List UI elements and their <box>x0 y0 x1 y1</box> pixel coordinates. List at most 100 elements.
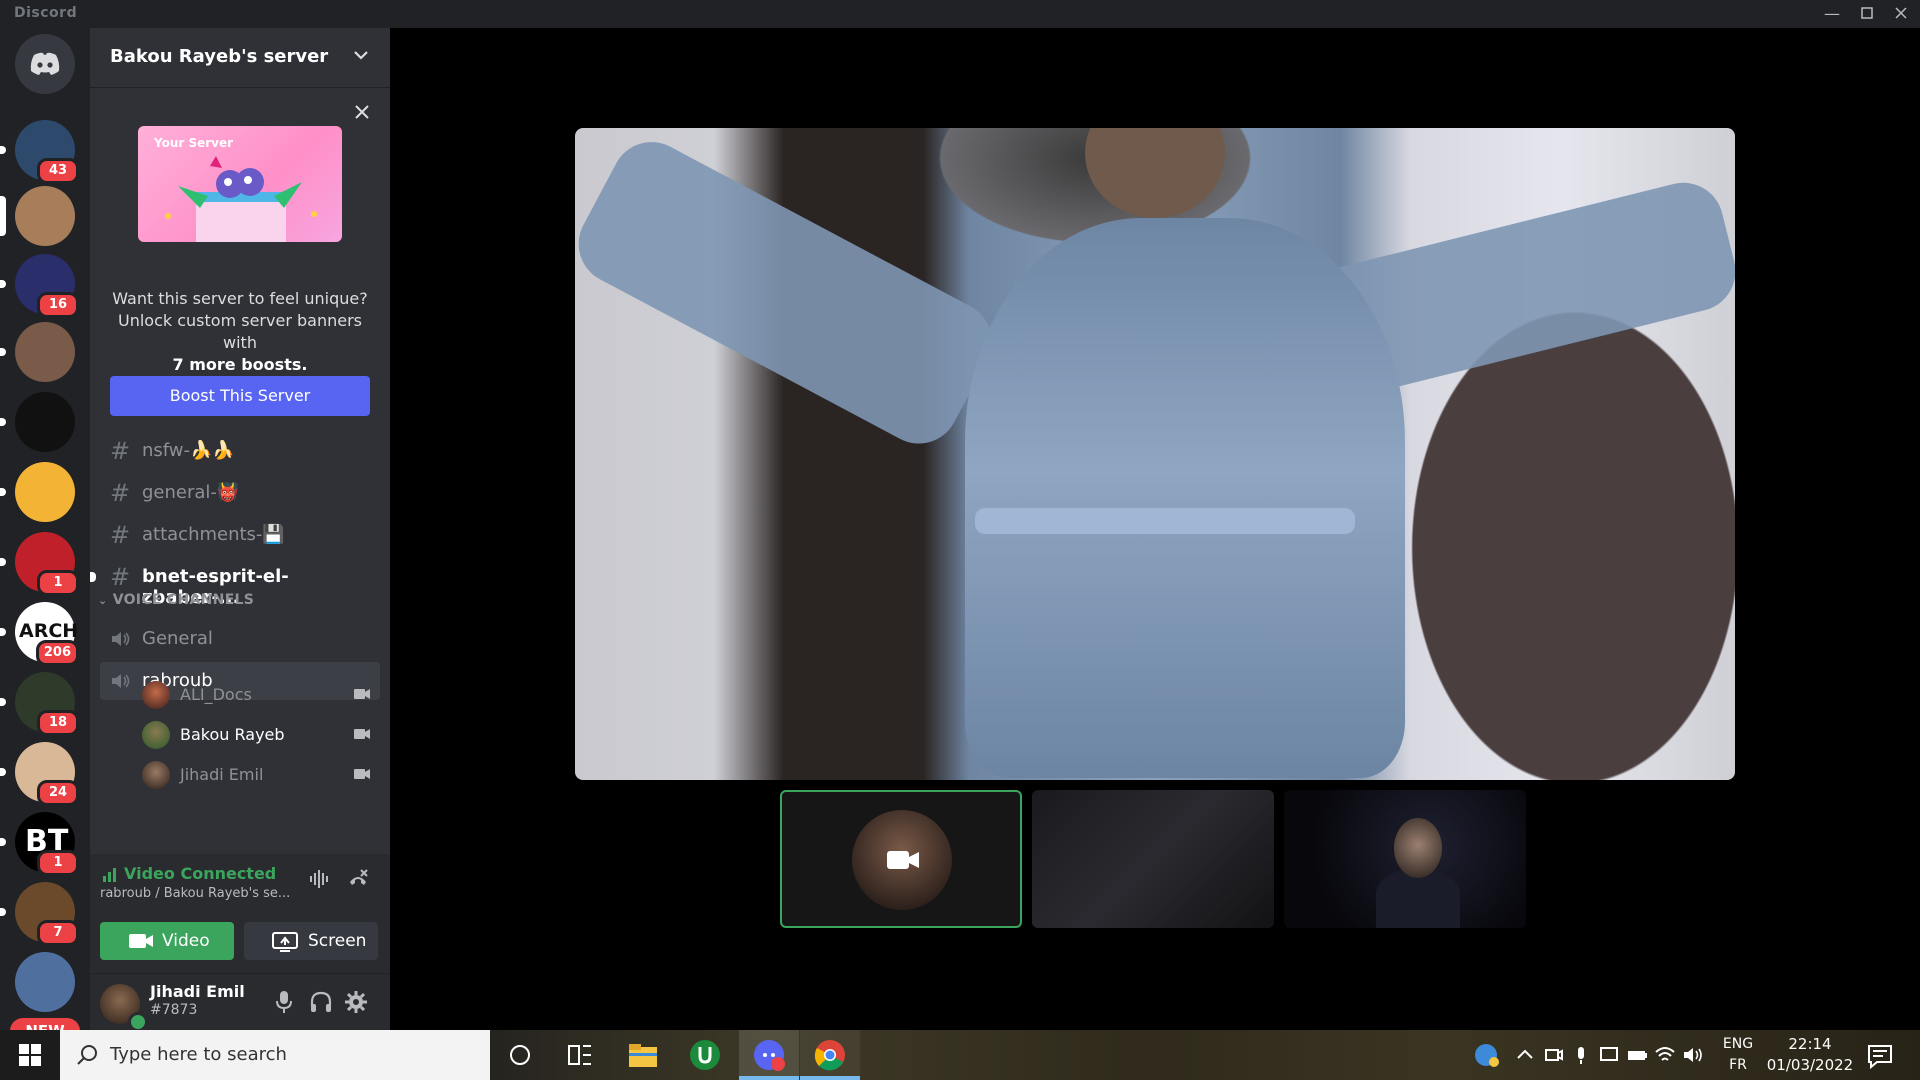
server-icon[interactable]: 16 <box>15 254 79 318</box>
text-channel[interactable]: # nsfw-🍌🍌 <box>100 432 380 470</box>
video-camera-icon <box>887 851 919 869</box>
unread-pill <box>0 146 6 154</box>
discord-logo-icon <box>30 52 60 75</box>
voice-participant[interactable]: ALI_Docs <box>142 678 380 712</box>
server-icon[interactable]: BT 1 <box>15 812 79 876</box>
participant-tile[interactable] <box>1284 790 1526 928</box>
participant-tile-selected[interactable] <box>780 790 1022 928</box>
video-content <box>965 218 1405 778</box>
server-icon[interactable] <box>15 322 75 382</box>
home-button[interactable] <box>15 34 75 94</box>
video-camera-icon <box>354 769 370 779</box>
disconnect-icon[interactable] <box>346 868 370 890</box>
voice-participant[interactable]: Bakou Rayeb <box>142 718 380 752</box>
notification-center-icon[interactable] <box>1863 1038 1897 1072</box>
voice-channel[interactable]: General <box>100 620 380 658</box>
server-icon[interactable] <box>15 392 75 452</box>
boost-description: Want this server to feel unique? Unlock … <box>100 288 380 376</box>
boost-server-button[interactable]: Boost This Server <box>110 376 370 416</box>
task-view-icon[interactable] <box>563 1038 597 1072</box>
search-placeholder: Type here to search <box>110 1044 287 1065</box>
clock-time: 22:14 <box>1788 1035 1832 1053</box>
start-button[interactable] <box>0 1030 60 1080</box>
server-icon[interactable]: 1 <box>15 532 79 596</box>
server-rail: 43161ARCH2061824BT17 NEW <box>0 28 90 1044</box>
server-icon[interactable] <box>15 952 75 1012</box>
language-code: ENG <box>1722 1036 1754 1052</box>
taskbar-search-box[interactable]: Type here to search <box>60 1030 490 1080</box>
chrome-icon[interactable] <box>813 1038 847 1072</box>
connection-location[interactable]: rabroub / Bakou Rayeb's se... <box>100 886 290 901</box>
chevron-down-icon: ⌄ <box>98 594 108 607</box>
close-window-button[interactable] <box>1886 2 1916 26</box>
text-channel[interactable]: # general-👹 <box>100 474 380 512</box>
boost-line-bold: 7 more boosts. <box>172 355 308 374</box>
clock-date: 01/03/2022 <box>1766 1056 1854 1074</box>
screen-button-label: Screen <box>308 931 367 951</box>
server-icon[interactable]: 24 <box>15 742 79 806</box>
focused-video-stream[interactable] <box>575 128 1735 780</box>
server-icon[interactable]: 18 <box>15 672 79 736</box>
text-channel[interactable]: # bnet-esprit-el-zbaber-... <box>90 558 380 608</box>
video-button-label: Video <box>162 931 210 951</box>
voice-participant[interactable]: Jihadi Emil <box>142 758 380 792</box>
server-icon[interactable]: ARCH 206 <box>15 602 79 666</box>
server-header[interactable]: Bakou Rayeb's server <box>90 28 390 88</box>
noise-suppression-icon[interactable] <box>308 868 332 890</box>
boost-promo: Your Server Want this server to feel uni… <box>90 88 390 428</box>
server-icon[interactable]: 43 <box>15 120 79 184</box>
user-tag[interactable]: #7873 <box>150 1002 197 1018</box>
user-name[interactable]: Jihadi Emil <box>150 982 245 1001</box>
title-bar: Discord — <box>0 0 1920 28</box>
participant-video <box>1376 870 1460 928</box>
video-camera-icon <box>354 729 370 739</box>
mention-badge: 18 <box>37 710 79 736</box>
participant-tile[interactable] <box>1032 790 1274 928</box>
discord-taskbar-indicator <box>739 1076 799 1080</box>
upwork-icon[interactable] <box>688 1038 722 1072</box>
server-icon[interactable]: 7 <box>15 882 79 946</box>
video-camera-icon <box>354 689 370 699</box>
maximize-button[interactable] <box>1852 2 1882 26</box>
app-title: Discord <box>14 5 78 21</box>
channel-name: nsfw-🍌🍌 <box>142 440 235 461</box>
minimize-button[interactable]: — <box>1817 2 1847 26</box>
video-button[interactable]: Video <box>100 922 234 960</box>
participant-name: Bakou Rayeb <box>180 725 285 744</box>
text-channel[interactable]: # attachments-💾 <box>100 516 380 554</box>
participant-name: Jihadi Emil <box>180 765 264 784</box>
boost-illustration: Your Server <box>138 126 342 242</box>
signal-icon <box>103 868 116 882</box>
mention-badge: 16 <box>37 292 79 318</box>
file-explorer-icon[interactable] <box>626 1038 660 1072</box>
discord-window: Discord — 43161ARCH2061824BT17 NEW Bakou… <box>0 0 1920 1080</box>
server-icon[interactable] <box>15 462 75 522</box>
cortana-icon[interactable] <box>503 1038 537 1072</box>
help-icon[interactable] <box>1470 1038 1504 1072</box>
unread-pill <box>0 280 6 288</box>
input-language[interactable]: ENG FR <box>1718 1034 1758 1076</box>
windows-logo-icon <box>19 1044 41 1066</box>
participant-tiles <box>390 790 1920 930</box>
unread-pill <box>0 418 6 426</box>
hash-icon: # <box>110 437 131 465</box>
channel-sidebar: Bakou Rayeb's server Your Server Want th… <box>90 28 390 1032</box>
headphones-icon[interactable] <box>309 990 333 1014</box>
discord-taskbar-icon[interactable] <box>752 1038 786 1072</box>
settings-gear-icon[interactable] <box>344 990 368 1014</box>
voice-channels-header[interactable]: ⌄ VOICE CHANNELS <box>98 592 254 608</box>
close-icon[interactable] <box>354 104 370 120</box>
participant-video <box>1394 818 1442 878</box>
server-icon[interactable] <box>15 186 75 246</box>
participant-avatar <box>142 681 170 709</box>
taskbar-clock[interactable]: 22:14 01/03/2022 <box>1765 1034 1855 1076</box>
unread-pill <box>0 908 6 916</box>
volume-icon[interactable] <box>1676 1038 1710 1072</box>
microphone-icon[interactable] <box>274 990 294 1014</box>
connection-status[interactable]: Video Connected <box>124 864 276 883</box>
screen-share-button[interactable]: Screen <box>244 922 378 960</box>
screen-share-icon <box>272 932 298 952</box>
mention-badge: 7 <box>37 920 79 946</box>
channel-name: general-👹 <box>142 482 240 503</box>
unread-pill <box>0 768 6 776</box>
